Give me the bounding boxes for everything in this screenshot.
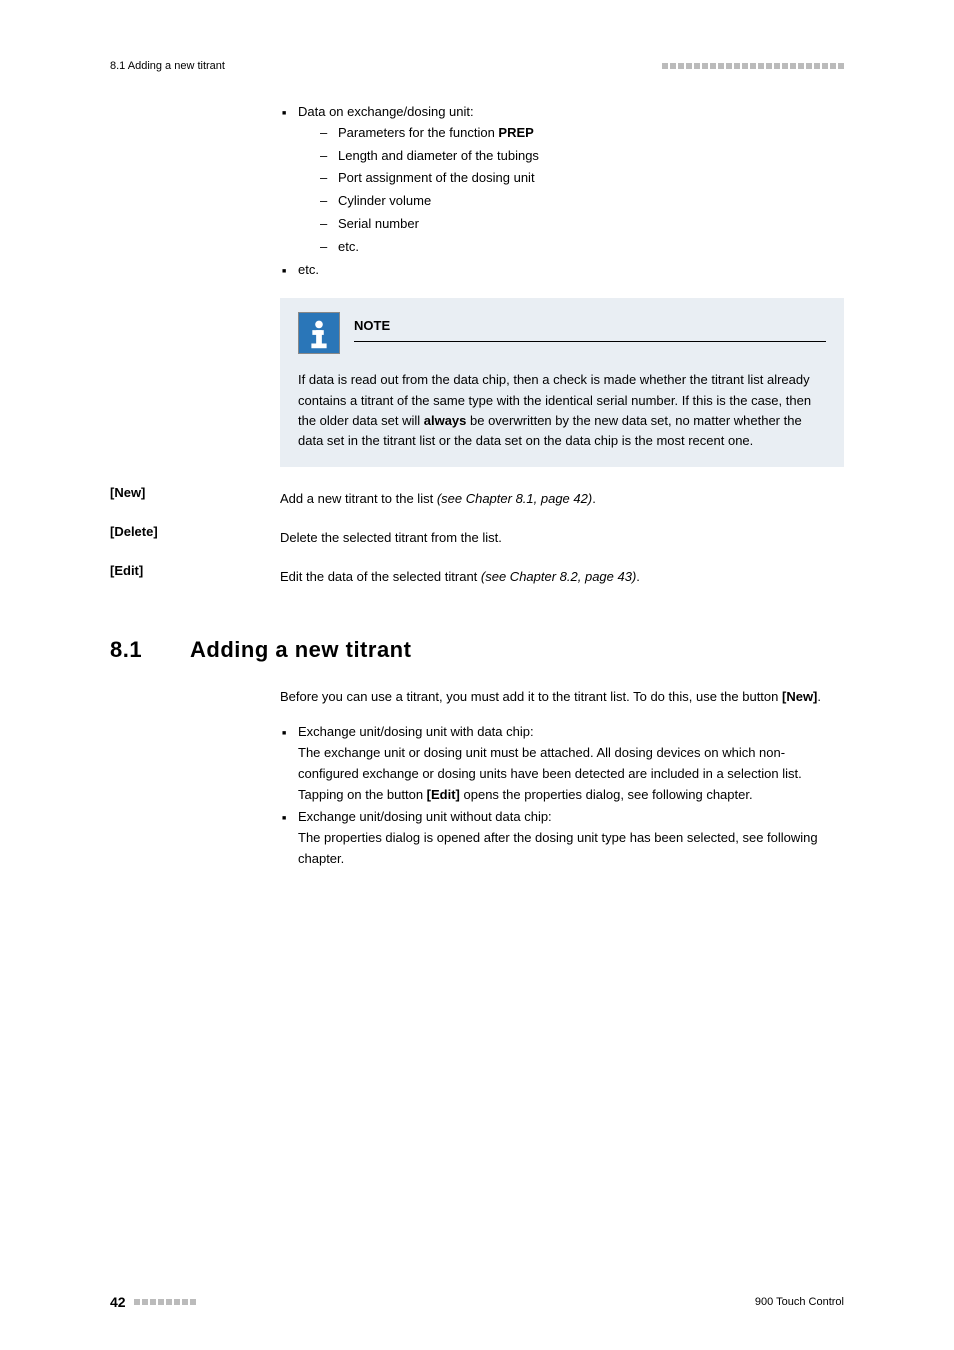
list-item: Serial number — [320, 214, 844, 235]
page-header: 8.1 Adding a new titrant — [110, 60, 844, 72]
list-item: Exchange unit/dosing unit with data chip… — [280, 722, 844, 805]
section-intro: Before you can use a titrant, you must a… — [280, 687, 844, 708]
section-list: Exchange unit/dosing unit with data chip… — [280, 722, 844, 870]
list-item: Data on exchange/dosing unit: Parameters… — [280, 102, 844, 258]
section-heading: 8.1 Adding a new titrant — [110, 637, 844, 663]
row-desc: Add a new titrant to the list (see Chapt… — [280, 489, 844, 510]
page-number: 42 — [110, 1294, 126, 1310]
list-text: Data on exchange/dosing unit: — [298, 104, 474, 119]
header-decoration — [662, 63, 844, 69]
section-number: 8.1 — [110, 637, 190, 663]
list-item: etc. — [320, 237, 844, 258]
list-item: Length and diameter of the tubings — [320, 146, 844, 167]
list-item: Exchange unit/dosing unit without data c… — [280, 807, 844, 869]
row-desc: Edit the data of the selected titrant (s… — [280, 567, 844, 588]
product-name: 900 Touch Control — [755, 1296, 844, 1308]
section-title: Adding a new titrant — [190, 637, 411, 663]
page-footer: 42 900 Touch Control — [110, 1294, 844, 1310]
list-item: etc. — [280, 260, 844, 281]
note-box: NOTE If data is read out from the data c… — [280, 298, 844, 467]
note-body: If data is read out from the data chip, … — [298, 370, 826, 451]
row-desc: Delete the selected titrant from the lis… — [280, 528, 844, 549]
footer-decoration — [134, 1299, 196, 1305]
top-list: Data on exchange/dosing unit: Parameters… — [280, 102, 844, 280]
row-label-edit: [Edit] — [110, 563, 280, 602]
list-item: Parameters for the function PREP — [320, 123, 844, 144]
sub-list: Parameters for the function PREP Length … — [320, 123, 844, 258]
breadcrumb: 8.1 Adding a new titrant — [110, 60, 225, 72]
row-label-new: [New] — [110, 485, 280, 524]
info-icon — [298, 312, 340, 354]
list-item: Cylinder volume — [320, 191, 844, 212]
row-label-delete: [Delete] — [110, 524, 280, 563]
note-title: NOTE — [354, 312, 826, 341]
list-item: Port assignment of the dosing unit — [320, 168, 844, 189]
